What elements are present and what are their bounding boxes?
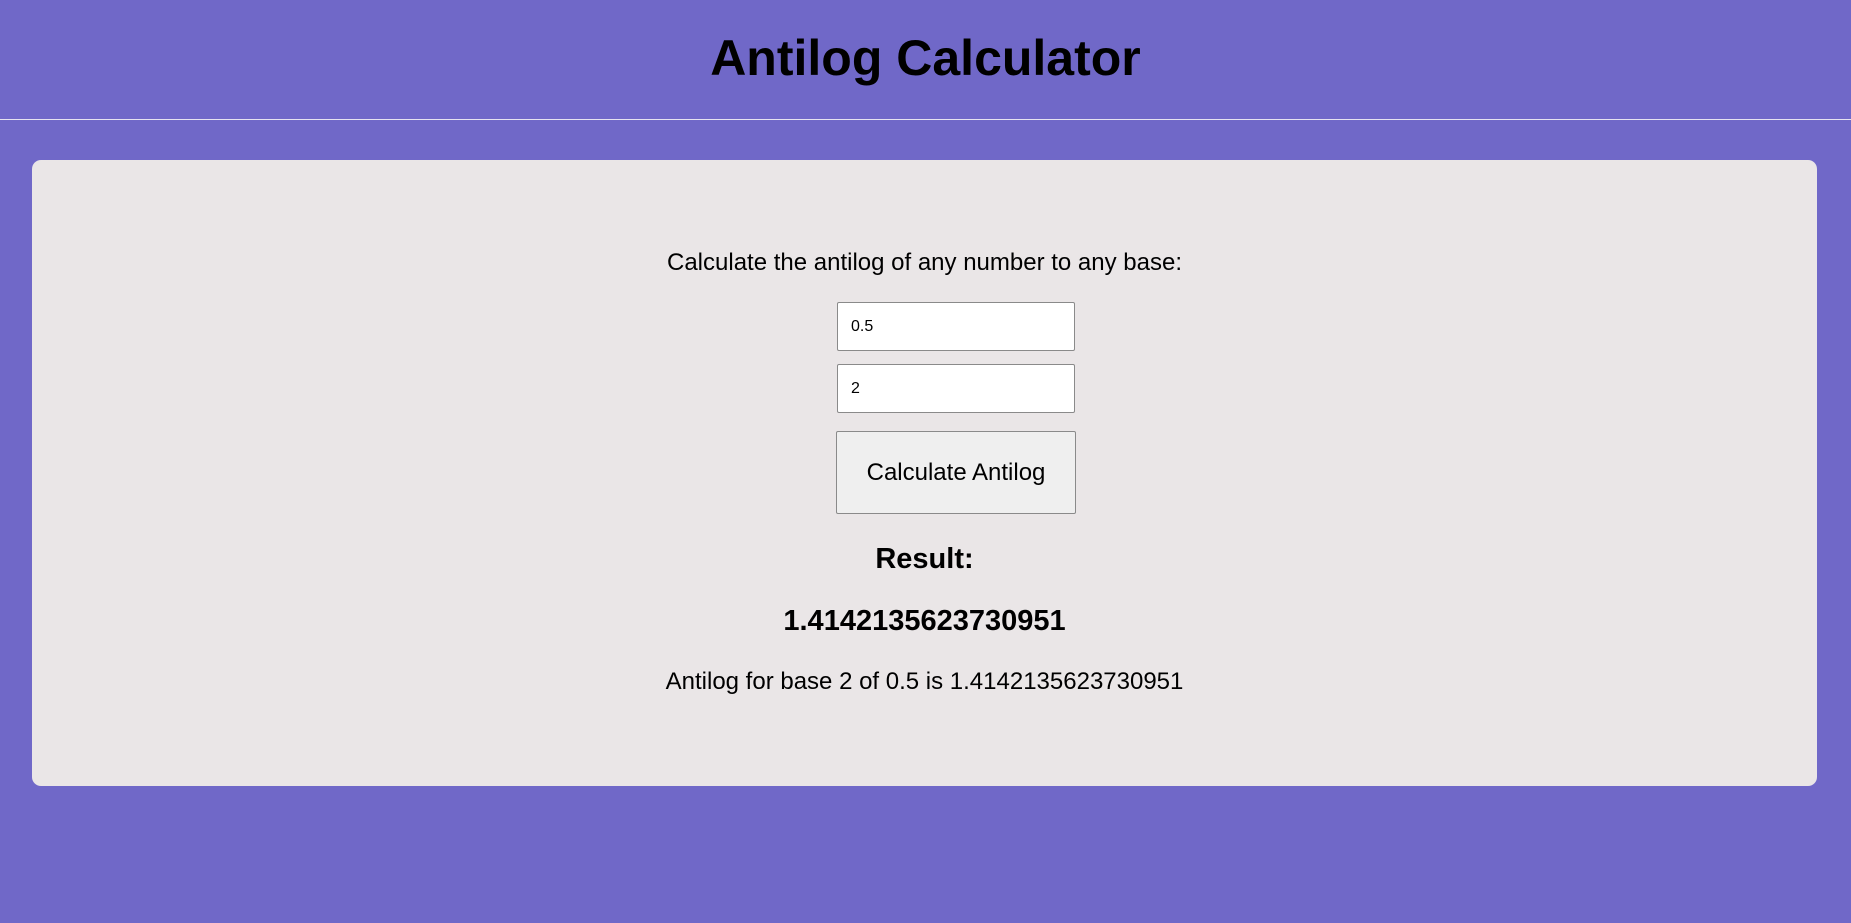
page-header: Antilog Calculator — [0, 0, 1851, 120]
calculator-prompt: Calculate the antilog of any number to a… — [667, 249, 1182, 276]
calculator-card: Calculate the antilog of any number to a… — [32, 160, 1817, 786]
number-input[interactable] — [837, 302, 1075, 351]
result-sentence: Antilog for base 2 of 0.5 is 1.414213562… — [665, 668, 1184, 695]
result-heading: Result: — [875, 543, 974, 575]
calculate-antilog-button[interactable]: Calculate Antilog — [836, 431, 1076, 514]
result-value: 1.4142135623730951 — [783, 605, 1066, 637]
base-input[interactable] — [837, 364, 1075, 413]
page-title: Antilog Calculator — [710, 30, 1141, 86]
